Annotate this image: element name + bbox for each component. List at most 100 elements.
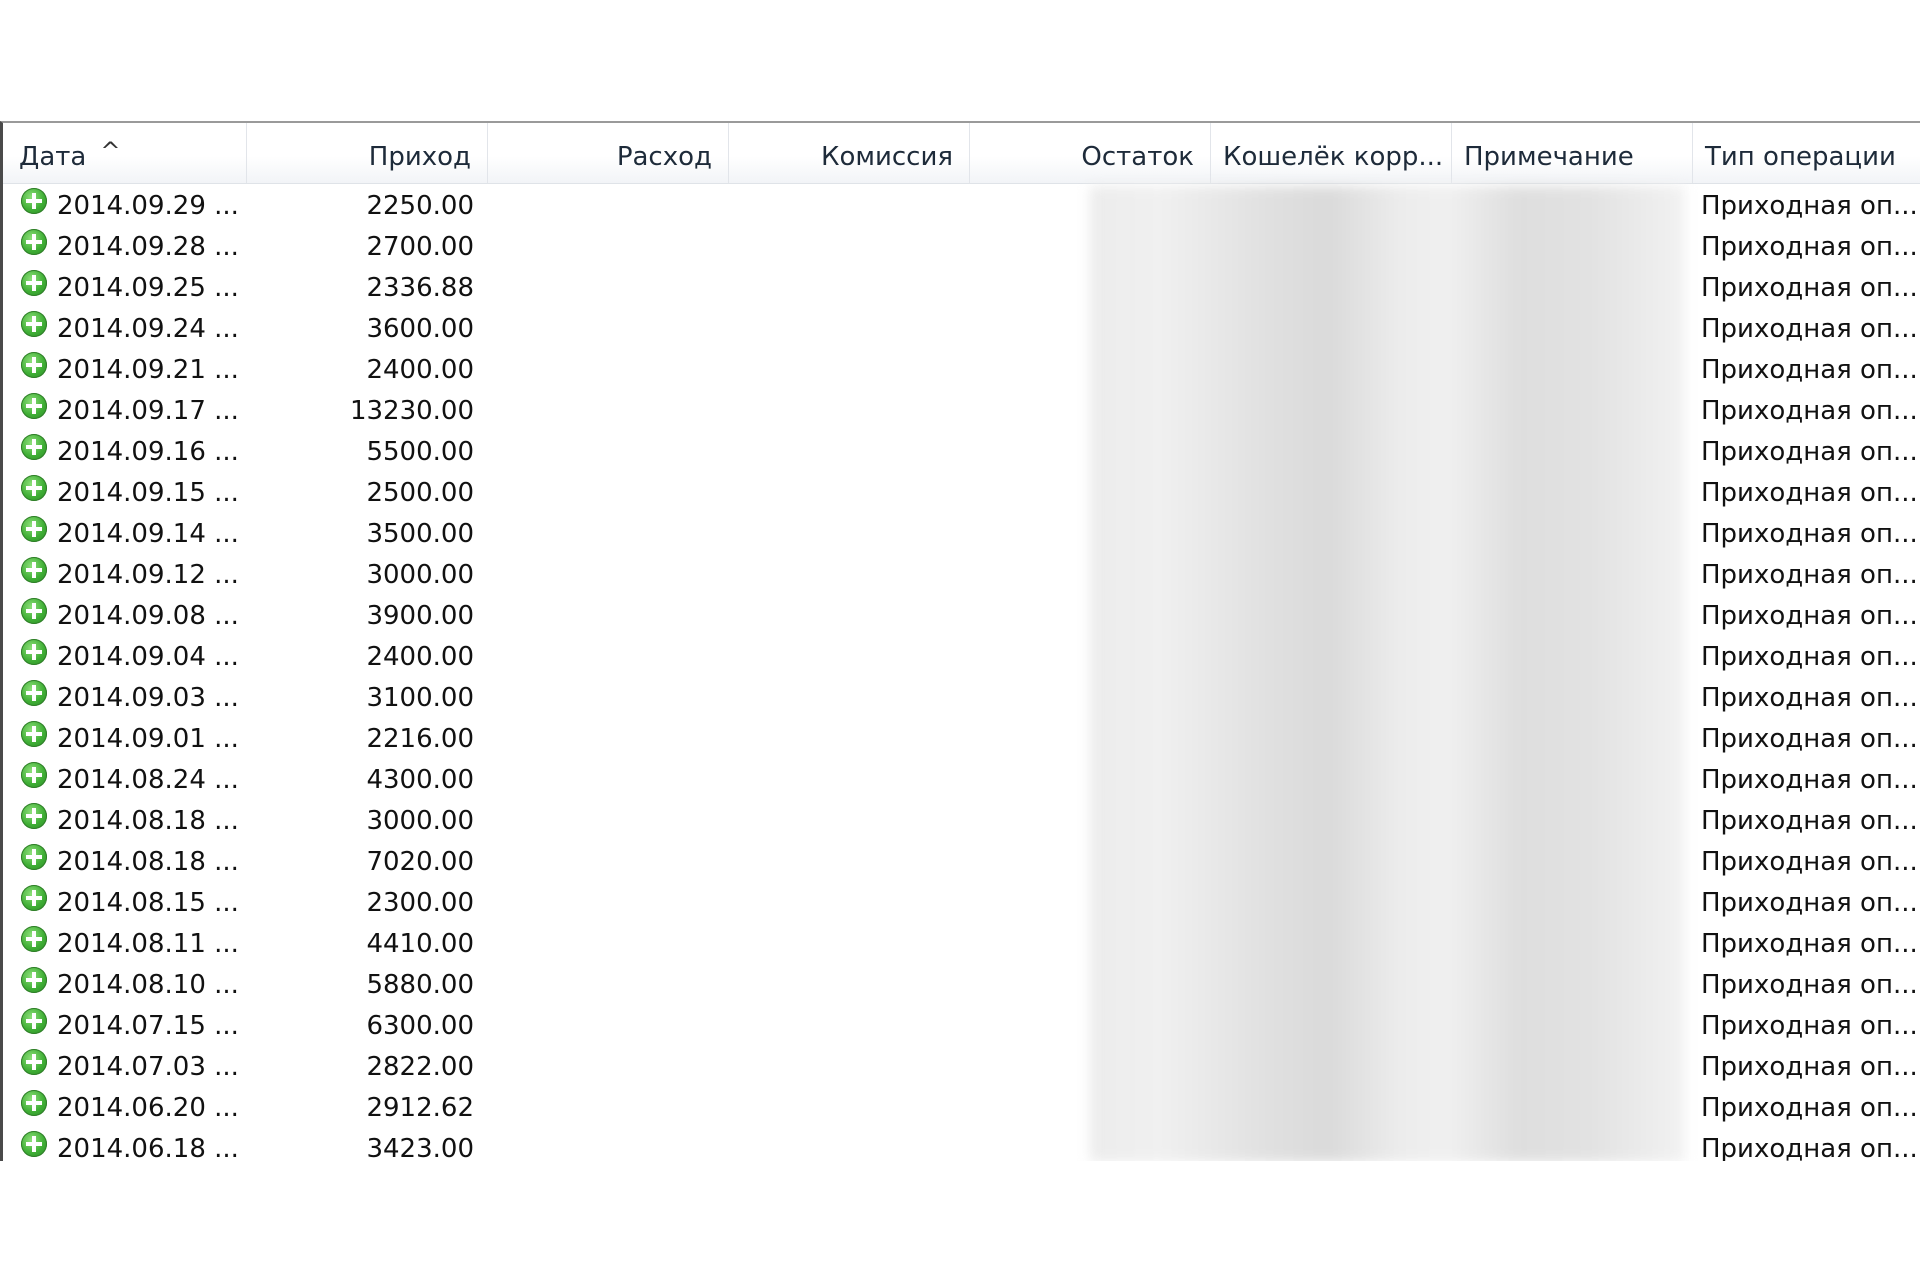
plus-circle-icon [21, 393, 47, 419]
plus-circle-icon [21, 1131, 47, 1157]
table-row[interactable]: 2014.08.24 ... 4300.00 Приходная оп... [3, 758, 1920, 799]
cell-income: 4410.00 [366, 929, 474, 959]
cell-income: 6300.00 [366, 1011, 474, 1041]
plus-circle-icon [21, 844, 47, 870]
table-row[interactable]: 2014.08.15 ... 2300.00 Приходная оп... [3, 881, 1920, 922]
table-row[interactable]: 2014.08.18 ... 7020.00 Приходная оп... [3, 840, 1920, 881]
table-row[interactable]: 2014.09.25 ... 2336.88 Приходная оп... [3, 266, 1920, 307]
cell-operation-type: Приходная оп... [1701, 191, 1918, 221]
cell-income: 13230.00 [349, 396, 474, 426]
cell-income: 5880.00 [366, 970, 474, 1000]
table-row[interactable]: 2014.06.20 ... 2912.62 Приходная оп... [3, 1086, 1920, 1127]
plus-circle-icon [21, 967, 47, 993]
table-row[interactable]: 2014.09.14 ... 3500.00 Приходная оп... [3, 512, 1920, 553]
cell-date: 2014.08.11 ... [57, 929, 239, 959]
cell-operation-type: Приходная оп... [1701, 970, 1918, 1000]
column-header-note-label: Примечание [1464, 142, 1634, 172]
plus-circle-icon [21, 188, 47, 214]
cell-date: 2014.06.18 ... [57, 1134, 239, 1161]
table-row[interactable]: 2014.08.18 ... 3000.00 Приходная оп... [3, 799, 1920, 840]
plus-circle-icon [21, 475, 47, 501]
column-header-balance[interactable]: Остаток [970, 123, 1211, 183]
cell-operation-type: Приходная оп... [1701, 1011, 1918, 1041]
table-row[interactable]: 2014.09.29 ... 2250.00 Приходная оп... [3, 184, 1920, 225]
cell-operation-type: Приходная оп... [1701, 765, 1918, 795]
table-row[interactable]: 2014.09.08 ... 3900.00 Приходная оп... [3, 594, 1920, 635]
table-row[interactable]: 2014.07.03 ... 2822.00 Приходная оп... [3, 1045, 1920, 1086]
cell-operation-type: Приходная оп... [1701, 1052, 1918, 1082]
cell-date: 2014.09.01 ... [57, 724, 239, 754]
cell-operation-type: Приходная оп... [1701, 806, 1918, 836]
plus-circle-icon [21, 598, 47, 624]
cell-income: 5500.00 [366, 437, 474, 467]
table-row[interactable]: 2014.09.01 ... 2216.00 Приходная оп... [3, 717, 1920, 758]
column-header-date-label: Дата [19, 142, 87, 172]
cell-date: 2014.09.24 ... [57, 314, 239, 344]
table-row[interactable]: 2014.09.12 ... 3000.00 Приходная оп... [3, 553, 1920, 594]
plus-circle-icon [21, 516, 47, 542]
cell-income: 3000.00 [366, 560, 474, 590]
cell-date: 2014.08.18 ... [57, 847, 239, 877]
cell-operation-type: Приходная оп... [1701, 888, 1918, 918]
table-row[interactable]: 2014.08.11 ... 4410.00 Приходная оп... [3, 922, 1920, 963]
column-header-commission[interactable]: Комиссия [729, 123, 970, 183]
cell-income: 2822.00 [366, 1052, 474, 1082]
cell-date: 2014.07.15 ... [57, 1011, 239, 1041]
cell-operation-type: Приходная оп... [1701, 847, 1918, 877]
plus-circle-icon [21, 434, 47, 460]
cell-income: 2400.00 [366, 642, 474, 672]
table-row[interactable]: 2014.09.04 ... 2400.00 Приходная оп... [3, 635, 1920, 676]
plus-circle-icon [21, 926, 47, 952]
cell-date: 2014.09.15 ... [57, 478, 239, 508]
table-row[interactable]: 2014.09.16 ... 5500.00 Приходная оп... [3, 430, 1920, 471]
table-row[interactable]: 2014.09.28 ... 2700.00 Приходная оп... [3, 225, 1920, 266]
cell-date: 2014.09.21 ... [57, 355, 239, 385]
cell-date: 2014.08.18 ... [57, 806, 239, 836]
plus-circle-icon [21, 270, 47, 296]
cell-operation-type: Приходная оп... [1701, 642, 1918, 672]
plus-circle-icon [21, 311, 47, 337]
column-header-correspondent-wallet[interactable]: Кошелёк корр... [1211, 123, 1452, 183]
cell-date: 2014.07.03 ... [57, 1052, 239, 1082]
cell-operation-type: Приходная оп... [1701, 273, 1918, 303]
column-header-expense[interactable]: Расход [488, 123, 729, 183]
cell-date: 2014.09.25 ... [57, 273, 239, 303]
cell-operation-type: Приходная оп... [1701, 601, 1918, 631]
plus-circle-icon [21, 1090, 47, 1116]
plus-circle-icon [21, 885, 47, 911]
column-header-date[interactable]: Дата ^ [3, 123, 247, 183]
column-header-note[interactable]: Примечание [1452, 123, 1693, 183]
cell-income: 2912.62 [366, 1093, 474, 1123]
column-header-expense-label: Расход [616, 142, 712, 172]
table-header: Дата ^ Приход Расход Комиссия Остаток Кош… [3, 123, 1920, 184]
column-header-operation-type[interactable]: Тип операции [1693, 123, 1920, 183]
table-row[interactable]: 2014.09.17 ... 13230.00 Приходная оп... [3, 389, 1920, 430]
cell-operation-type: Приходная оп... [1701, 478, 1918, 508]
cell-income: 3000.00 [366, 806, 474, 836]
cell-date: 2014.09.29 ... [57, 191, 239, 221]
table-row[interactable]: 2014.06.18 ... 3423.00 Приходная оп... [3, 1127, 1920, 1161]
cell-operation-type: Приходная оп... [1701, 437, 1918, 467]
cell-income: 7020.00 [366, 847, 474, 877]
plus-circle-icon [21, 557, 47, 583]
cell-income: 2400.00 [366, 355, 474, 385]
table-row[interactable]: 2014.09.21 ... 2400.00 Приходная оп... [3, 348, 1920, 389]
table-row[interactable]: 2014.08.10 ... 5880.00 Приходная оп... [3, 963, 1920, 1004]
plus-circle-icon [21, 352, 47, 378]
column-header-correspondent-wallet-label: Кошелёк корр... [1223, 142, 1444, 172]
cell-income: 3600.00 [366, 314, 474, 344]
column-header-income-label: Приход [368, 142, 471, 172]
table-row[interactable]: 2014.09.15 ... 2500.00 Приходная оп... [3, 471, 1920, 512]
cell-income: 3423.00 [366, 1134, 474, 1161]
transactions-table: Дата ^ Приход Расход Комиссия Остаток Кош… [0, 121, 1920, 1161]
table-row[interactable]: 2014.07.15 ... 6300.00 Приходная оп... [3, 1004, 1920, 1045]
cell-date: 2014.09.28 ... [57, 232, 239, 262]
column-header-income[interactable]: Приход [247, 123, 488, 183]
cell-date: 2014.09.16 ... [57, 437, 239, 467]
cell-income: 2336.88 [366, 273, 474, 303]
cell-income: 2500.00 [366, 478, 474, 508]
sort-ascending-icon: ^ [100, 137, 121, 165]
table-row[interactable]: 2014.09.03 ... 3100.00 Приходная оп... [3, 676, 1920, 717]
plus-circle-icon [21, 639, 47, 665]
table-row[interactable]: 2014.09.24 ... 3600.00 Приходная оп... [3, 307, 1920, 348]
